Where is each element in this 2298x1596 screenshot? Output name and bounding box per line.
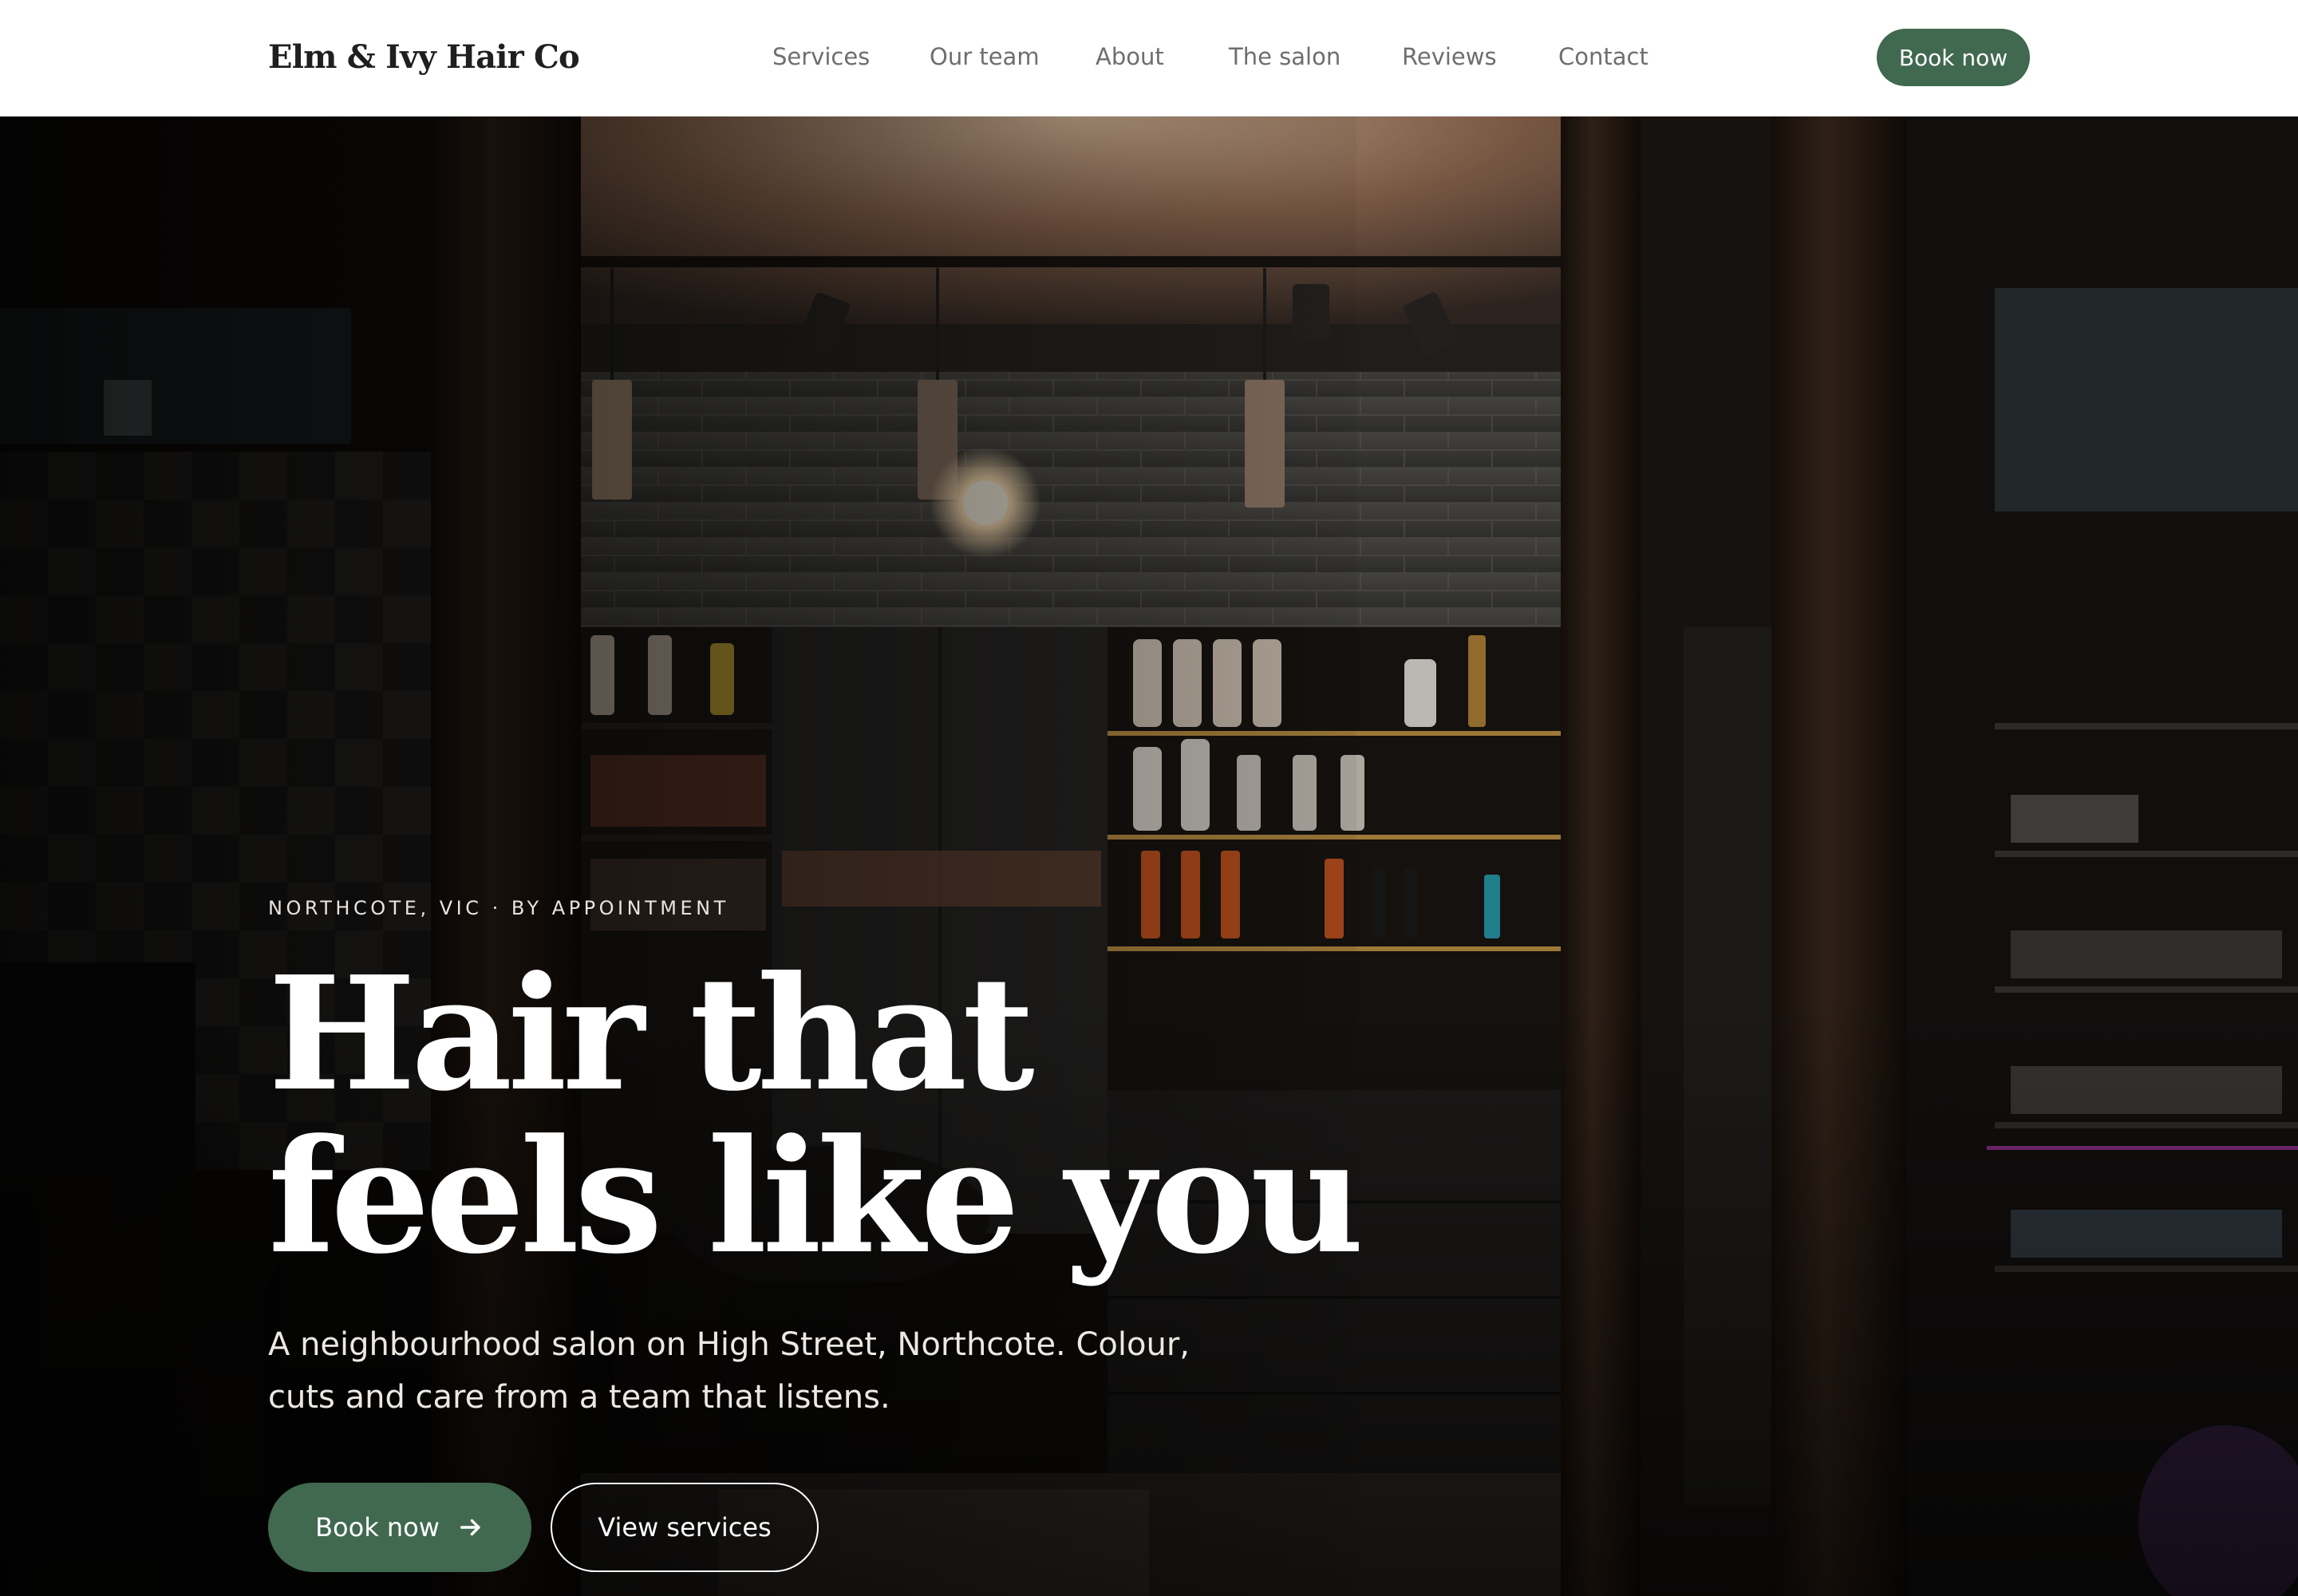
top-navigation-bar: Elm & Ivy Hair Co Services Our team Abou… xyxy=(0,0,2298,117)
hero-headline-line-1: Hair that xyxy=(268,942,1035,1126)
nav-link-about[interactable]: About xyxy=(1096,41,1164,73)
hero-view-services-button[interactable]: View services xyxy=(551,1483,819,1572)
brand-logo[interactable]: Elm & Ivy Hair Co xyxy=(268,35,580,80)
hero-section: NORTHCOTE, VIC · BY APPOINTMENT Hair tha… xyxy=(0,117,2298,1596)
nav-link-contact[interactable]: Contact xyxy=(1558,41,1648,73)
nav-link-our-team[interactable]: Our team xyxy=(930,41,1040,73)
nav-link-reviews[interactable]: Reviews xyxy=(1402,41,1497,73)
hero-book-now-button[interactable]: Book now xyxy=(268,1483,531,1572)
arrow-right-icon xyxy=(460,1519,480,1536)
hero-headline-line-2: feels like you xyxy=(268,1105,1364,1289)
hero-eyebrow: NORTHCOTE, VIC · BY APPOINTMENT xyxy=(268,897,729,919)
nav-book-now-button[interactable]: Book now xyxy=(1877,29,2030,86)
hero-subtext: A neighbourhood salon on High Street, No… xyxy=(268,1326,1190,1416)
nav-link-the-salon[interactable]: The salon xyxy=(1229,41,1340,73)
hero-headline: Hair that feels like you xyxy=(268,953,1385,1278)
nav-link-services[interactable]: Services xyxy=(772,41,870,73)
hero-book-now-label: Book now xyxy=(315,1512,440,1543)
salon-landing-page: Elm & Ivy Hair Co Services Our team Abou… xyxy=(0,0,2298,1596)
